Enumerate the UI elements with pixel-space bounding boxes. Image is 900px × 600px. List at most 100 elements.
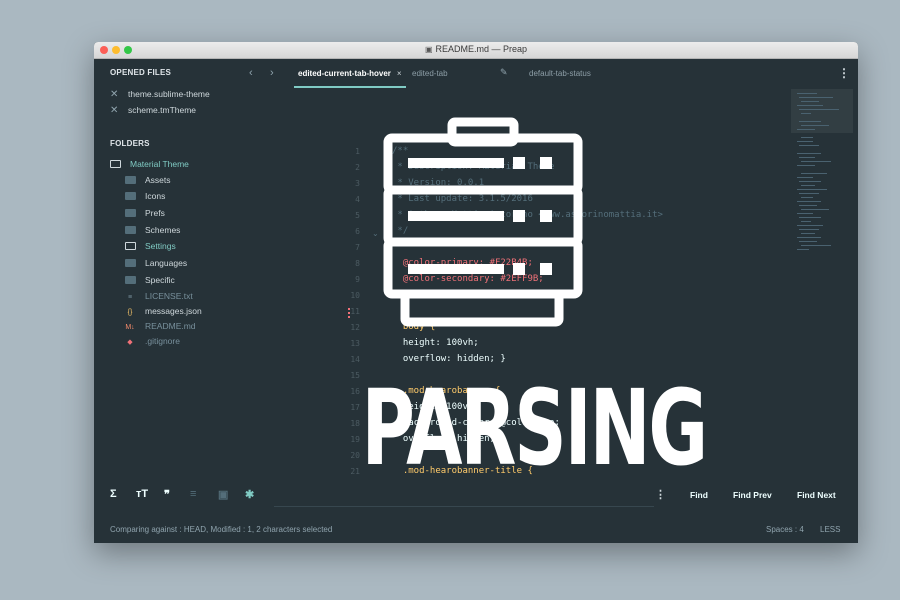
tree-item-readme[interactable]: M↓ README.md [125, 321, 195, 335]
minimap-line [797, 237, 821, 238]
close-tab-icon[interactable]: × [397, 69, 402, 78]
line-number: 13 [350, 339, 360, 348]
lines-icon: ≡ [127, 294, 133, 301]
code-line[interactable]: height: 100vh; [392, 402, 479, 412]
tree-item-gitignore[interactable]: ◆ .gitignore [125, 336, 180, 350]
minimap-line [797, 249, 809, 250]
minimap-line [801, 197, 813, 198]
tree-item-prefs[interactable]: Prefs [125, 208, 165, 222]
minimap-line [797, 201, 821, 202]
code-line[interactable]: * Version: 0.0.1 [392, 178, 484, 188]
chevron-left-icon[interactable]: ‹ [249, 67, 253, 79]
code-line[interactable]: * Last update: 3.1.5/2016 [392, 194, 532, 204]
minimap-line [797, 105, 823, 106]
wrap-icon[interactable]: ≡ [190, 488, 196, 500]
minimap-line [797, 153, 821, 154]
minimap-line [801, 125, 829, 126]
tree-item-schemes[interactable]: Schemes [125, 225, 180, 239]
folder-icon [125, 176, 136, 184]
minimap-line [797, 93, 817, 94]
sidebar: OPENED FILES ✕ theme.sublime-theme ✕ schem… [94, 59, 244, 543]
code-line[interactable]: @color-cta: #2ABC4; [392, 290, 506, 300]
code-line[interactable]: */ [392, 226, 408, 236]
close-icon[interactable]: ✕ [110, 89, 128, 100]
code-line[interactable]: @color-primary: #F22B4B; [392, 258, 533, 268]
tree-item-icons[interactable]: Icons [125, 191, 165, 205]
tree-item-messages[interactable]: {} messages.json [125, 306, 202, 320]
status-syntax[interactable]: LESS [820, 525, 840, 534]
quote-icon[interactable]: ❞ [164, 488, 170, 501]
code-line[interactable]: .mod-hearobanner { [392, 386, 501, 396]
find-next-button[interactable]: Find Next [797, 490, 836, 500]
code-line[interactable]: overflow: hidden; } [392, 434, 506, 444]
tab-edited-current-tab-hover[interactable]: edited-current-tab-hover × [298, 69, 402, 78]
folder-open-icon [125, 242, 136, 250]
minimap-line [801, 173, 827, 174]
tree-item-assets[interactable]: Assets [125, 175, 171, 189]
line-number: 4 [355, 195, 360, 204]
tab-edited-tab[interactable]: edited-tab [412, 69, 448, 78]
line-number: 20 [350, 451, 360, 460]
code-line[interactable]: .mod-hearobanner-title { [392, 466, 533, 476]
code-line[interactable]: body { [392, 322, 436, 332]
close-icon[interactable]: ✕ [110, 105, 128, 116]
line-number: 5 [355, 211, 360, 220]
minimap-line [801, 185, 815, 186]
minimap-line [801, 137, 813, 138]
code-line[interactable]: background-color: @color-cta; [392, 418, 560, 428]
find-prev-button[interactable]: Find Prev [733, 490, 772, 500]
tab-default-tab-status[interactable]: default-tab-status [529, 69, 591, 78]
code-line[interactable]: /** [392, 146, 408, 156]
minimap-line [801, 161, 831, 162]
fold-arrow-icon[interactable]: ⌄ [372, 229, 379, 238]
code-editor[interactable]: 1234567891011121314151617181920212223 /*… [244, 89, 789, 508]
tree-item-license[interactable]: ≡ LICENSE.txt [125, 291, 193, 305]
line-number: 6 [355, 227, 360, 236]
folders-header: FOLDERS [110, 139, 150, 148]
brackets-icon: {} [127, 309, 133, 316]
folder-icon [125, 226, 136, 234]
highlight-icon[interactable]: ✱ [245, 488, 254, 501]
sigma-icon[interactable]: Σ [110, 488, 117, 500]
opened-file-item[interactable]: ✕ scheme.tmTheme [110, 105, 196, 119]
status-bar: Comparing against : HEAD, Modified : 1, … [94, 520, 858, 543]
line-number: 10 [350, 291, 360, 300]
tree-item-specific[interactable]: Specific [125, 275, 175, 289]
line-number: 9 [355, 275, 360, 284]
opened-file-item[interactable]: ✕ theme.sublime-theme [110, 89, 210, 103]
chevron-right-icon[interactable]: › [270, 67, 274, 79]
more-options-icon[interactable]: ⋮ [838, 66, 850, 80]
pencil-icon: ✎ [500, 67, 508, 77]
text-size-icon[interactable]: ᴛT [136, 488, 148, 500]
minimap-line [797, 189, 827, 190]
find-bar: Σ ᴛT ❞ ≡ ▣ ✱ ⋮ Find Find Prev Find Next [94, 480, 858, 510]
line-number: 1 [355, 147, 360, 156]
line-number: 18 [350, 419, 360, 428]
code-line[interactable]: * Author: Mattia Astorino <www.astorinom… [392, 210, 663, 220]
tree-item-material-theme[interactable]: Material Theme [110, 159, 189, 173]
minimap-viewport[interactable] [791, 89, 853, 133]
minimap-line [797, 165, 815, 166]
selection-icon[interactable]: ▣ [218, 488, 228, 501]
minimap-line [801, 113, 811, 114]
status-indent[interactable]: Spaces : 4 [766, 525, 804, 534]
minimap-line [799, 145, 819, 146]
minimap-line [801, 209, 829, 210]
tree-item-settings[interactable]: Settings [125, 241, 176, 255]
code-line[interactable]: height: 100vh; [392, 338, 479, 348]
minimap[interactable] [791, 89, 858, 269]
minimap-line [797, 177, 813, 178]
line-number: 8 [355, 259, 360, 268]
line-number: 3 [355, 179, 360, 188]
minimap-line [799, 193, 819, 194]
code-line[interactable]: overflow: hidden; } [392, 354, 506, 364]
find-input[interactable] [274, 506, 654, 507]
code-line[interactable]: @color-secondary: #2EFF9B; [392, 274, 544, 284]
find-button[interactable]: Find [690, 490, 708, 500]
minimap-line [801, 233, 815, 234]
minimap-line [799, 205, 817, 206]
find-options-icon[interactable]: ⋮ [655, 488, 666, 501]
tree-item-languages[interactable]: Languages [125, 258, 187, 272]
minimap-line [797, 129, 815, 130]
code-line[interactable]: * Description: Material Theme [392, 162, 554, 172]
